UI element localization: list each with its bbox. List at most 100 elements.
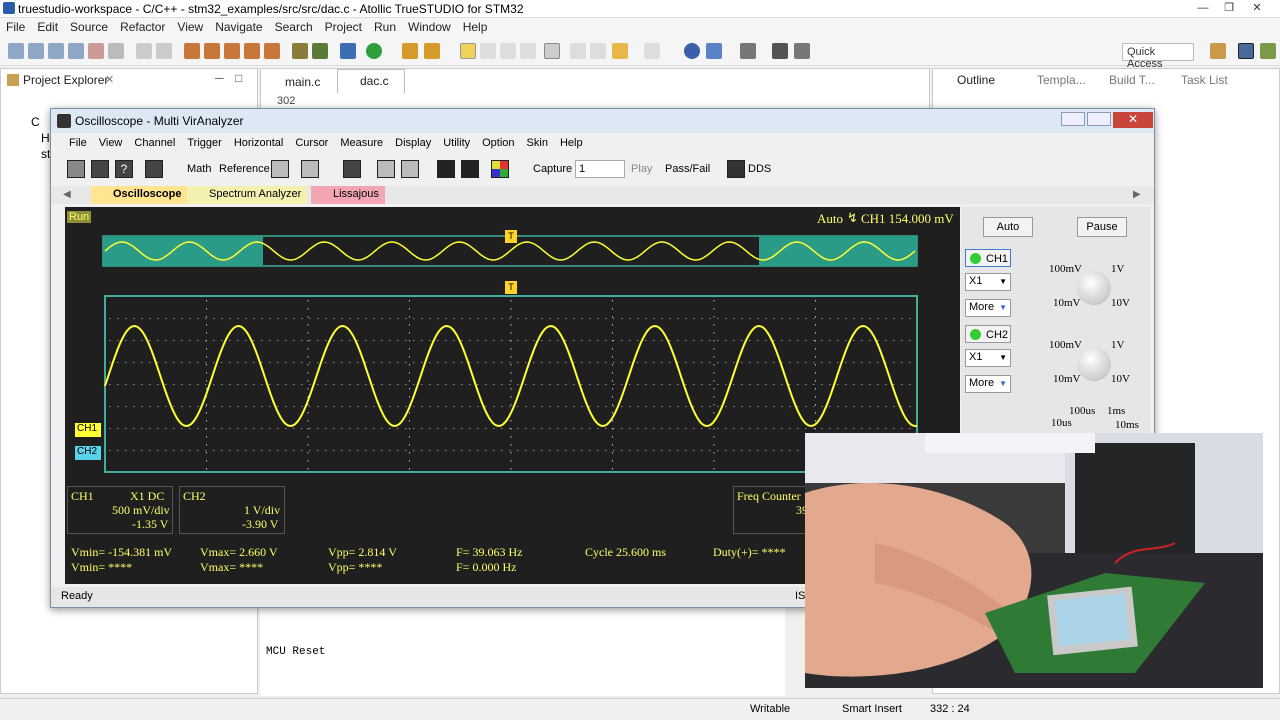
trigger-time-marker[interactable]: T [505,281,517,294]
persist-icon[interactable] [301,160,319,178]
tab-outline[interactable]: Outline [957,73,995,87]
grid-icon[interactable] [740,43,756,59]
quick-access-field[interactable]: Quick Access [1122,43,1194,70]
menu-help[interactable]: Help [457,18,494,36]
mark-icon[interactable] [480,43,496,59]
menu-source[interactable]: Source [64,18,114,36]
open-type-icon[interactable] [402,43,418,59]
ch2-volts-div-knob[interactable] [1077,347,1111,381]
debug-icon[interactable] [88,43,104,59]
passfail-button[interactable]: Pass/Fail [665,163,710,175]
project-explorer-tab[interactable]: Project Explorer [23,73,108,87]
osc-menu-display[interactable]: Display [389,136,437,150]
pilcrow-icon[interactable] [544,43,560,59]
open-icon[interactable] [48,43,64,59]
tab-templates[interactable]: Templa... [1037,73,1086,87]
rebuild-icon[interactable] [244,43,260,59]
block-icon[interactable] [570,43,586,59]
maximize-view-icon[interactable]: □ [235,71,242,85]
info-icon[interactable] [684,43,700,59]
tool-icon[interactable] [264,43,280,59]
osc-menu-cursor[interactable]: Cursor [289,136,334,150]
copy-icon[interactable] [108,43,124,59]
osc-menu-help[interactable]: Help [554,136,589,150]
tab-scroll-right-icon[interactable]: ▶ [1133,189,1141,200]
tab-spectrum-analyzer[interactable]: Spectrum Analyzer [187,186,308,204]
menu-view[interactable]: View [171,18,209,36]
math-button[interactable]: Math [187,163,211,175]
redo-icon[interactable] [156,43,172,59]
osc-minimize-button[interactable] [1061,112,1085,126]
menu-refactor[interactable]: Refactor [114,18,171,36]
ch2-toggle-button[interactable]: CH2 [965,325,1011,343]
ch1-level-marker[interactable]: CH1 [75,423,101,437]
save-icon[interactable] [91,160,109,178]
osc-menu-option[interactable]: Option [476,136,520,150]
annotation-icon[interactable] [500,43,516,59]
menu-run[interactable]: Run [368,18,402,36]
ch1-more-button[interactable]: More ▼ [965,299,1011,317]
pointer-icon[interactable] [145,160,163,178]
dds-button[interactable]: DDS [748,163,771,175]
osc-menu-utility[interactable]: Utility [437,136,476,150]
osc-menu-measure[interactable]: Measure [334,136,389,150]
tab-build-targets[interactable]: Build T... [1109,73,1155,87]
ch2-more-button[interactable]: More ▼ [965,375,1011,393]
menu-edit[interactable]: Edit [31,18,64,36]
back-icon[interactable] [612,43,628,59]
project-item[interactable]: C [31,115,40,129]
play-button[interactable]: Play [631,163,652,175]
minimize-view-icon[interactable]: ─ [215,71,224,85]
ch2-probe-select[interactable]: X1 ▼ [965,349,1011,367]
project-item[interactable]: st [41,147,50,161]
save-icon[interactable] [28,43,44,59]
search-icon[interactable] [424,43,440,59]
hammer-icon[interactable] [184,43,200,59]
debug-bug-icon[interactable] [292,43,308,59]
osc-menu-channel[interactable]: Channel [128,136,181,150]
new-icon[interactable] [8,43,24,59]
maximize-button[interactable]: ❐ [1216,0,1242,16]
ch1-toggle-button[interactable]: CH1 [965,249,1011,267]
highlight-icon[interactable] [460,43,476,59]
ch1-volts-div-knob[interactable] [1077,271,1111,305]
tab-oscilloscope[interactable]: Oscilloscope [91,186,188,204]
menu-navigate[interactable]: Navigate [209,18,268,36]
forward-icon[interactable] [644,43,660,59]
run-cursor-icon[interactable] [437,160,455,178]
osc-menu-file[interactable]: File [51,136,93,150]
tab-task-list[interactable]: Task List [1181,73,1228,87]
capture-count-field[interactable]: 1 [575,160,625,178]
osc-close-button[interactable]: ✕ [1113,112,1153,128]
trigger-position-marker[interactable]: T [505,230,517,243]
tab-lissajous[interactable]: Lissajous [311,186,385,204]
run-bug-icon[interactable] [312,43,328,59]
undo-icon[interactable] [136,43,152,59]
dds-icon[interactable] [727,160,745,178]
pause-button[interactable]: Pause [1077,217,1127,237]
terminal-icon[interactable] [340,43,356,59]
stop-icon[interactable] [461,160,479,178]
color-icon[interactable] [491,160,509,178]
clean-icon[interactable] [224,43,240,59]
debug-perspective-icon[interactable] [1260,43,1276,59]
reference-button[interactable]: Reference [219,163,270,175]
probe-icon[interactable] [377,160,395,178]
osc-menu-trigger[interactable]: Trigger [181,136,227,150]
xy-icon[interactable] [271,160,289,178]
menu-project[interactable]: Project [319,18,368,36]
snapshot-icon[interactable] [401,160,419,178]
auto-button[interactable]: Auto [983,217,1033,237]
osc-menu-horizontal[interactable]: Horizontal [228,136,290,150]
run-icon[interactable] [366,43,382,59]
ch2-level-marker[interactable]: CH2 [75,446,101,460]
tab-dac-c[interactable]: dac.c [337,69,405,93]
settings-icon[interactable] [343,160,361,178]
minimize-button[interactable]: — [1190,0,1216,16]
menu-window[interactable]: Window [402,18,457,36]
close-tab-icon[interactable]: ✕ [105,73,114,86]
help-icon[interactable]: ? [115,160,133,178]
build-icon[interactable] [68,43,84,59]
menu-search[interactable]: Search [269,18,319,36]
open-file-icon[interactable] [67,160,85,178]
